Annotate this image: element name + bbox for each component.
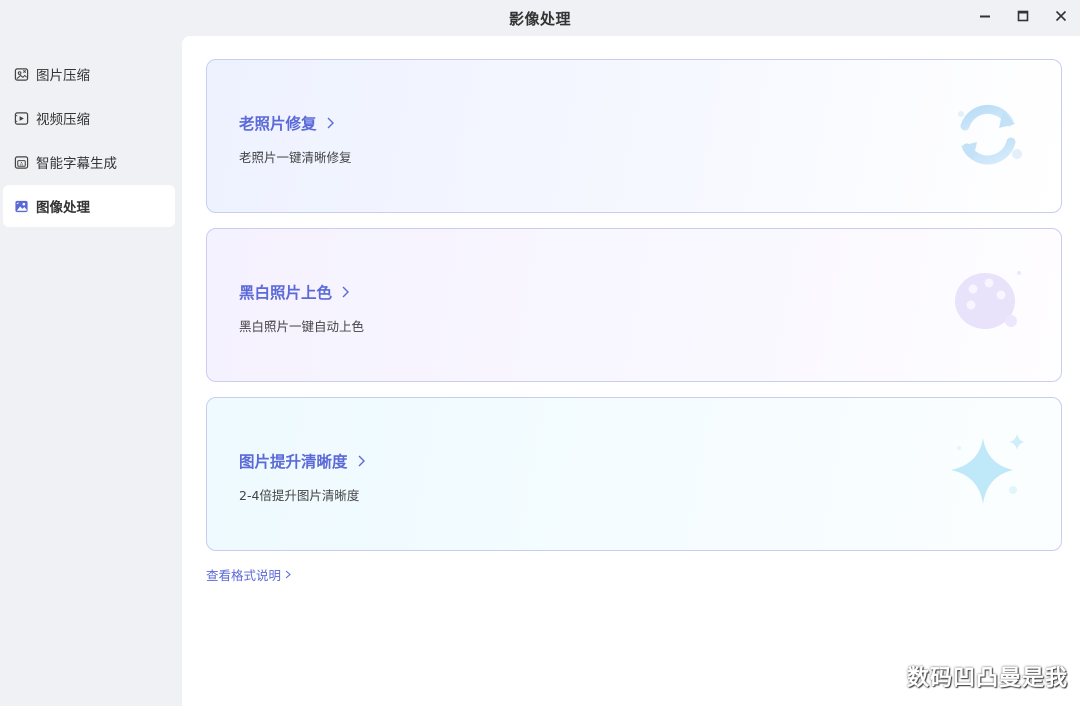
title-bar: 影像处理 xyxy=(0,0,1080,36)
card-title: 黑白照片上色 xyxy=(239,281,350,303)
sidebar-item-video-compress[interactable]: 视频压缩 xyxy=(3,97,175,139)
format-info-link[interactable]: 查看格式说明 xyxy=(206,565,291,584)
card-title: 老照片修复 xyxy=(239,112,335,134)
main-panel: 老照片修复 老照片一键清晰修复 黑白照片上色 黑白照片一键自动上色 图片提升清晰… xyxy=(182,36,1080,706)
format-info-link-text: 查看格式说明 xyxy=(206,568,282,583)
card-enhance-clarity[interactable]: 图片提升清晰度 2-4倍提升图片清晰度 xyxy=(206,397,1062,551)
chevron-right-icon xyxy=(327,117,334,129)
card-title-text: 老照片修复 xyxy=(239,115,317,133)
palette-icon xyxy=(955,271,1021,329)
sidebar: 图片压缩 视频压缩 A 智能字幕生成 图像处理 xyxy=(0,40,182,706)
maximize-icon xyxy=(1017,10,1029,22)
sidebar-item-image-compress[interactable]: 图片压缩 xyxy=(3,53,175,95)
maximize-button[interactable] xyxy=(1004,0,1042,32)
sidebar-item-label: 图片压缩 xyxy=(36,68,90,84)
card-description: 黑白照片一键自动上色 xyxy=(239,319,365,334)
card-bw-colorize[interactable]: 黑白照片上色 黑白照片一键自动上色 xyxy=(206,228,1062,382)
sidebar-item-label: 智能字幕生成 xyxy=(36,156,117,172)
card-old-photo-restore[interactable]: 老照片修复 老照片一键清晰修复 xyxy=(206,59,1062,213)
refresh-icon xyxy=(958,104,1022,165)
card-title: 图片提升清晰度 xyxy=(239,450,366,472)
close-icon xyxy=(1055,10,1067,22)
close-button[interactable] xyxy=(1042,0,1080,32)
sidebar-item-image-process[interactable]: 图像处理 xyxy=(3,185,175,227)
minimize-icon xyxy=(980,15,990,18)
minimize-button[interactable] xyxy=(966,0,1004,32)
image-compress-icon xyxy=(13,66,29,82)
video-compress-icon xyxy=(13,110,29,126)
image-process-icon xyxy=(13,198,29,214)
watermark: 数码凹凸曼是我 xyxy=(906,666,1068,691)
window-title: 影像处理 xyxy=(508,9,571,28)
card-title-text: 图片提升清晰度 xyxy=(239,453,348,471)
sidebar-item-label: 图像处理 xyxy=(36,200,90,216)
window-controls xyxy=(966,0,1080,32)
card-title-text: 黑白照片上色 xyxy=(239,284,333,302)
subtitle-icon: A xyxy=(13,154,29,170)
card-description: 老照片一键清晰修复 xyxy=(239,150,352,165)
chevron-right-icon xyxy=(342,286,350,298)
chevron-right-icon xyxy=(358,455,365,467)
card-description: 2-4倍提升图片清晰度 xyxy=(239,488,360,503)
chevron-right-icon xyxy=(285,570,291,579)
sidebar-item-label: 视频压缩 xyxy=(36,112,90,128)
sparkle-icon xyxy=(951,434,1025,504)
sidebar-item-subtitle[interactable]: A 智能字幕生成 xyxy=(3,141,175,183)
